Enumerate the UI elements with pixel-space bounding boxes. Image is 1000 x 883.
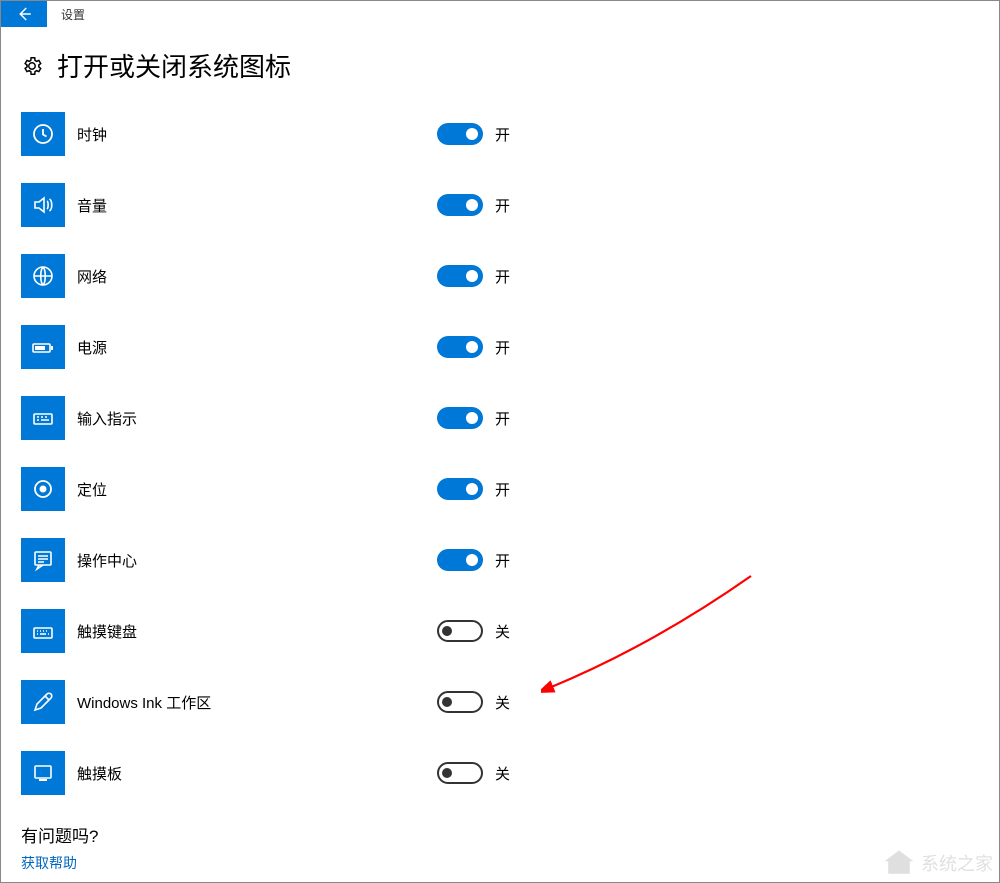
toggle-knob <box>466 199 478 211</box>
toggle-knob <box>442 768 452 778</box>
item-label-touchkbd: 触摸键盘 <box>77 621 437 642</box>
power-icon-box <box>21 325 65 369</box>
toggle-knob <box>466 270 478 282</box>
touch-keyboard-icon <box>31 619 55 643</box>
gear-icon <box>21 55 43 77</box>
system-icon-row-clock: 时钟 开 <box>21 112 979 156</box>
toggle-wrap-location: 开 <box>437 478 510 500</box>
toggle-wrap-volume: 开 <box>437 194 510 216</box>
toggle-knob <box>442 626 452 636</box>
item-label-network: 网络 <box>77 266 437 287</box>
item-label-touchpad: 触摸板 <box>77 763 437 784</box>
header: 打开或关闭系统图标 <box>21 47 979 84</box>
watermark: 系统之家 <box>881 848 993 878</box>
toggle-knob <box>466 341 478 353</box>
toggle-touchkbd[interactable] <box>437 620 483 642</box>
keyboard-icon <box>31 406 55 430</box>
toggle-wrap-ink: 关 <box>437 691 510 713</box>
back-button[interactable] <box>1 1 47 27</box>
item-label-input: 输入指示 <box>77 408 437 429</box>
toggle-clock[interactable] <box>437 123 483 145</box>
keyboard-icon-box <box>21 396 65 440</box>
arrow-left-icon <box>15 5 33 23</box>
toggle-knob <box>442 697 452 707</box>
action-center-icon-box <box>21 538 65 582</box>
item-label-action: 操作中心 <box>77 550 437 571</box>
toggle-volume[interactable] <box>437 194 483 216</box>
item-label-location: 定位 <box>77 479 437 500</box>
toggle-wrap-touchkbd: 关 <box>437 620 510 642</box>
content: 打开或关闭系统图标 时钟开音量开网络开电源开输入指示开定位开操作中心开触摸键盘关… <box>1 27 999 873</box>
toggle-state-label-power: 开 <box>495 337 510 358</box>
system-icon-row-location: 定位 开 <box>21 467 979 511</box>
toggle-wrap-input: 开 <box>437 407 510 429</box>
system-icon-row-network: 网络 开 <box>21 254 979 298</box>
toggle-input[interactable] <box>437 407 483 429</box>
system-icon-row-action: 操作中心 开 <box>21 538 979 582</box>
toggle-state-label-volume: 开 <box>495 195 510 216</box>
item-label-volume: 音量 <box>77 195 437 216</box>
toggle-touchpad[interactable] <box>437 762 483 784</box>
system-icon-row-ink: Windows Ink 工作区 关 <box>21 680 979 724</box>
toggle-network[interactable] <box>437 265 483 287</box>
system-icon-row-touchpad: 触摸板 关 <box>21 751 979 795</box>
power-icon <box>31 335 55 359</box>
toggle-wrap-power: 开 <box>437 336 510 358</box>
toggle-ink[interactable] <box>437 691 483 713</box>
system-icon-row-volume: 音量 开 <box>21 183 979 227</box>
system-icon-row-touchkbd: 触摸键盘 关 <box>21 609 979 653</box>
toggle-knob <box>466 554 478 566</box>
toggle-knob <box>466 483 478 495</box>
toggle-state-label-ink: 关 <box>495 692 510 713</box>
toggle-state-label-touchkbd: 关 <box>495 621 510 642</box>
network-icon <box>31 264 55 288</box>
touchpad-icon-box <box>21 751 65 795</box>
toggle-state-label-clock: 开 <box>495 124 510 145</box>
help-link[interactable]: 获取帮助 <box>21 853 979 873</box>
location-icon <box>31 477 55 501</box>
toggle-wrap-touchpad: 关 <box>437 762 510 784</box>
page-title: 打开或关闭系统图标 <box>57 47 291 84</box>
toggle-state-label-location: 开 <box>495 479 510 500</box>
volume-icon-box <box>21 183 65 227</box>
help-question: 有问题吗? <box>21 822 979 847</box>
toggle-state-label-touchpad: 关 <box>495 763 510 784</box>
action-center-icon <box>31 548 55 572</box>
item-label-clock: 时钟 <box>77 124 437 145</box>
location-icon-box <box>21 467 65 511</box>
toggle-knob <box>466 412 478 424</box>
touchpad-icon <box>31 761 55 785</box>
item-label-ink: Windows Ink 工作区 <box>77 692 437 713</box>
toggle-wrap-network: 开 <box>437 265 510 287</box>
titlebar: 设置 <box>1 1 999 27</box>
system-icon-row-power: 电源 开 <box>21 325 979 369</box>
app-title: 设置 <box>61 6 85 23</box>
toggle-state-label-input: 开 <box>495 408 510 429</box>
toggle-state-label-action: 开 <box>495 550 510 571</box>
toggle-state-label-network: 开 <box>495 266 510 287</box>
toggle-location[interactable] <box>437 478 483 500</box>
network-icon-box <box>21 254 65 298</box>
help-section: 有问题吗? 获取帮助 <box>21 822 979 873</box>
toggle-wrap-action: 开 <box>437 549 510 571</box>
toggle-power[interactable] <box>437 336 483 358</box>
toggle-action[interactable] <box>437 549 483 571</box>
toggle-wrap-clock: 开 <box>437 123 510 145</box>
toggle-knob <box>466 128 478 140</box>
pen-icon <box>31 690 55 714</box>
touch-keyboard-icon-box <box>21 609 65 653</box>
system-icon-row-input: 输入指示 开 <box>21 396 979 440</box>
clock-icon <box>31 122 55 146</box>
clock-icon-box <box>21 112 65 156</box>
pen-icon-box <box>21 680 65 724</box>
volume-icon <box>31 193 55 217</box>
item-label-power: 电源 <box>77 337 437 358</box>
